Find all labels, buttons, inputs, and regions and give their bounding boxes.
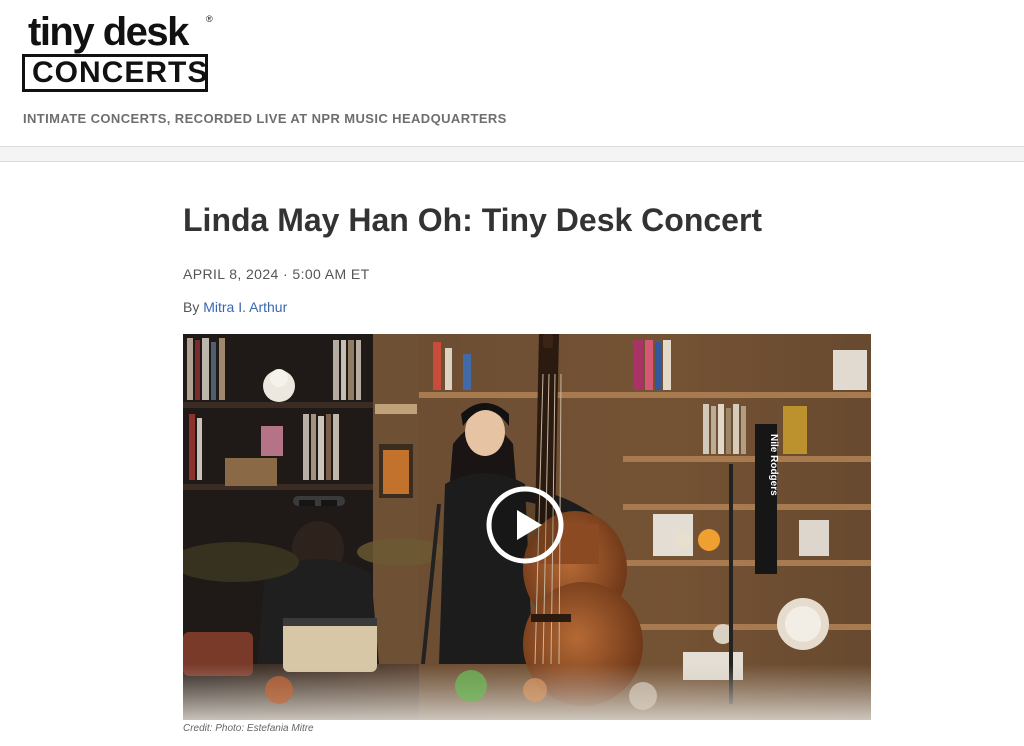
article-header: Linda May Han Oh: Tiny Desk Concert APRI… xyxy=(183,200,871,315)
play-button[interactable] xyxy=(485,485,565,565)
video-player[interactable]: Nile Rodgers xyxy=(183,334,871,720)
tiny-desk-logo[interactable]: tiny desk ® CONCERTS xyxy=(22,10,218,96)
logo-wordmark-top: tiny desk xyxy=(28,10,189,54)
author-link[interactable]: Mitra I. Arthur xyxy=(203,299,287,315)
logo-registered-mark: ® xyxy=(206,14,213,24)
article-title: Linda May Han Oh: Tiny Desk Concert xyxy=(183,202,763,238)
banner-text: Nile Rodgers xyxy=(768,434,779,496)
byline: By Mitra I. Arthur xyxy=(183,299,287,315)
logo-wordmark-bottom: CONCERTS xyxy=(32,56,209,89)
site-header: tiny desk ® CONCERTS INTIMATE CONCERTS, … xyxy=(0,0,1024,146)
header-divider xyxy=(0,146,1024,162)
photo-credit: Credit: Photo: Estefania Mitre xyxy=(183,723,314,734)
byline-prefix: By xyxy=(183,299,200,315)
series-tagline: INTIMATE CONCERTS, RECORDED LIVE AT NPR … xyxy=(23,111,507,126)
play-icon xyxy=(486,486,564,564)
article-date: APRIL 8, 2024 · 5:00 AM ET xyxy=(183,266,370,282)
